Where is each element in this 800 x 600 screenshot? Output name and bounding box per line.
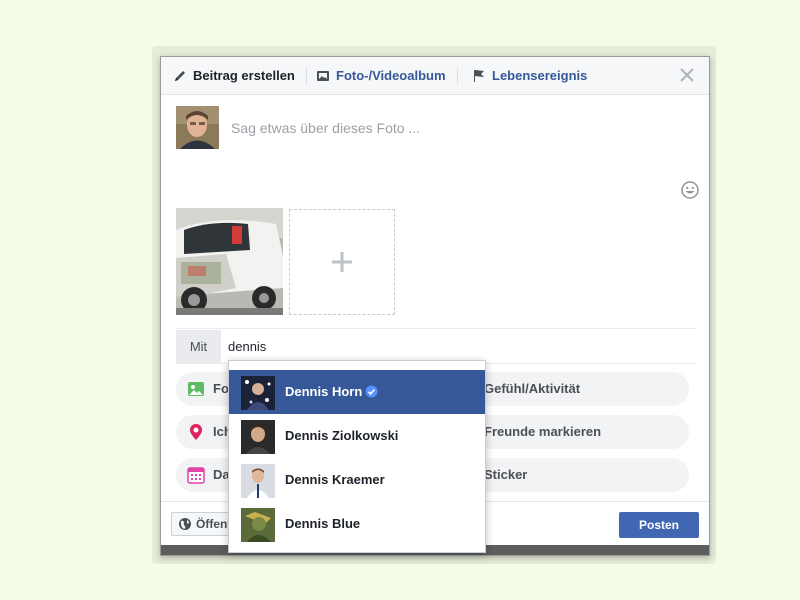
suggestion-name: Dennis Blue — [285, 516, 361, 531]
tab-life-event-label: Lebensereignis — [492, 68, 588, 83]
flag-icon — [474, 69, 484, 82]
tab-divider — [457, 68, 458, 84]
tab-create-post[interactable]: Beitrag erstellen — [173, 57, 295, 94]
pencil-icon — [175, 70, 185, 81]
plus-icon — [332, 252, 352, 272]
tag-people-row: Mit — [176, 330, 697, 364]
with-label: Mit — [176, 330, 221, 363]
suggestion-avatar — [241, 464, 275, 498]
tab-divider — [306, 68, 307, 84]
divider — [176, 328, 697, 329]
tag-suggestions-dropdown: Dennis Horn Dennis Ziolkowski Dennis Kra… — [228, 360, 486, 553]
suggestion-name: Dennis Horn — [285, 384, 363, 399]
tab-create-post-label: Beitrag erstellen — [193, 68, 295, 83]
suggestion-name: Dennis Ziolkowski — [285, 428, 399, 443]
suggestion-avatar — [241, 420, 275, 454]
suggestion-avatar — [241, 376, 275, 410]
tab-photo-video-album-label: Foto-/Videoalbum — [336, 68, 446, 83]
suggestion-item-dennis-blue[interactable]: Dennis Blue — [229, 502, 485, 546]
suggestion-name: Dennis Kraemer — [285, 472, 385, 487]
verified-badge-icon — [365, 385, 378, 398]
option-label: Gefühl/Aktivität — [484, 381, 581, 396]
emoji-button[interactable] — [681, 181, 699, 204]
calendar-icon — [187, 467, 205, 484]
composer-input[interactable]: Sag etwas über dieses Foto ... — [231, 120, 420, 136]
option-label: Freunde markieren — [484, 424, 602, 439]
option-label: Sticker — [484, 467, 528, 482]
smiley-icon — [681, 181, 699, 199]
tab-life-event[interactable]: Lebensereignis — [472, 57, 587, 94]
suggestion-item-dennis-ziolkowski[interactable]: Dennis Ziolkowski — [229, 414, 485, 458]
post-button[interactable]: Posten — [619, 512, 699, 538]
suggestion-item-dennis-horn[interactable]: Dennis Horn — [229, 370, 485, 414]
photo-album-icon — [317, 70, 329, 81]
suggestion-item-dennis-kraemer[interactable]: Dennis Kraemer — [229, 458, 485, 502]
tab-photo-video-album[interactable]: Foto-/Videoalbum — [316, 57, 446, 94]
suggestion-avatar — [241, 508, 275, 542]
close-dialog-button[interactable] — [677, 65, 697, 85]
photo-icon — [188, 382, 204, 396]
user-avatar — [176, 106, 219, 149]
globe-icon — [179, 518, 191, 530]
close-icon — [680, 68, 694, 82]
attached-photo-thumbnail[interactable] — [176, 208, 283, 315]
composer-tabs: Beitrag erstellen Foto-/Videoalbum Leben… — [161, 57, 709, 95]
tag-people-input[interactable] — [228, 330, 528, 363]
location-pin-icon — [190, 424, 202, 440]
add-photo-button[interactable] — [289, 209, 395, 315]
